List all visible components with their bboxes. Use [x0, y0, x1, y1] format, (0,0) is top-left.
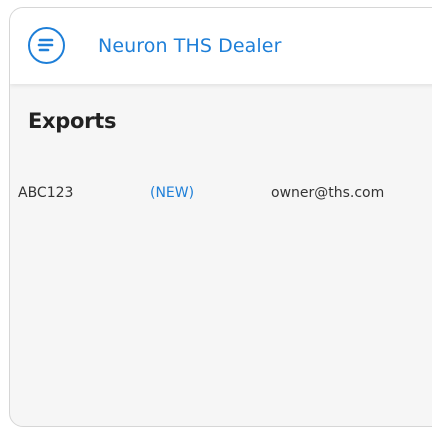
app-title: Neuron THS Dealer: [98, 35, 282, 57]
export-owner: owner@ths.com: [271, 185, 385, 201]
menu-icon: [37, 38, 54, 52]
page-title: Exports: [28, 109, 117, 133]
app-frame: Neuron THS Dealer Exports: [9, 7, 432, 427]
export-status-badge: (NEW): [150, 185, 195, 201]
export-id: ABC123: [18, 185, 74, 201]
app-bar: Neuron THS Dealer: [10, 8, 432, 84]
menu-button[interactable]: [28, 27, 65, 64]
export-row[interactable]: ABC123 (NEW) owner@ths.com: [0, 180, 432, 206]
